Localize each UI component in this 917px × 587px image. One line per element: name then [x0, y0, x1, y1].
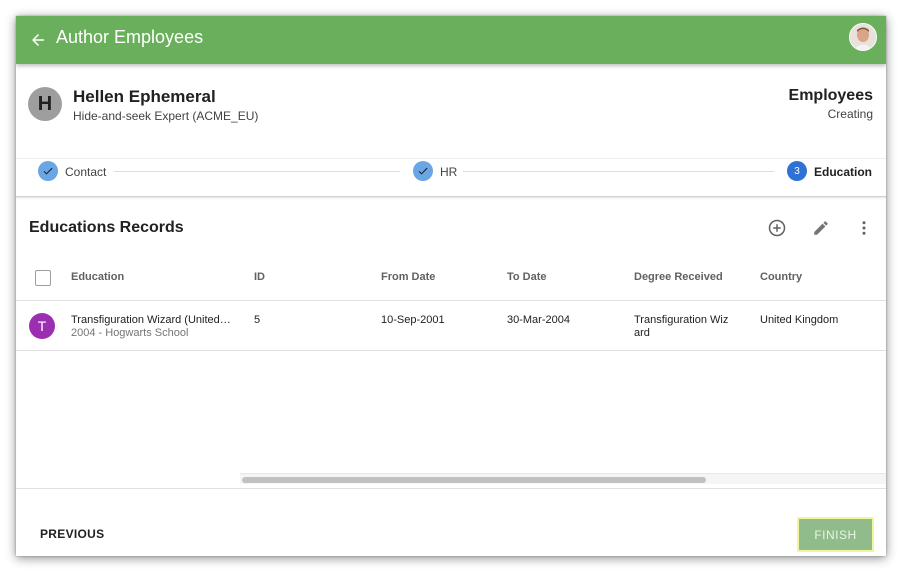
- app-window: Author Employees H Hellen Ephemeral Hide…: [16, 16, 886, 556]
- cell-degree-received: Transfiguration Wizard: [634, 314, 729, 339]
- cell-education-sub: 2004 - Hogwarts School: [71, 327, 189, 339]
- previous-button[interactable]: PREVIOUS: [28, 521, 116, 547]
- select-all-checkbox[interactable]: [35, 270, 51, 286]
- add-circle-icon: [768, 219, 786, 237]
- edit-pencil-icon: [814, 221, 828, 235]
- step-contact-label[interactable]: Contact: [65, 165, 106, 179]
- app-bar: Author Employees: [16, 16, 886, 64]
- section-title: Educations Records: [29, 219, 184, 236]
- person-role: Hide-and-seek Expert (ACME_EU): [73, 109, 259, 123]
- entity-title: Employees: [788, 87, 873, 104]
- record-header: H Hellen Ephemeral Hide-and-seek Expert …: [16, 70, 886, 159]
- app-title: Author Employees: [56, 27, 204, 47]
- add-record-button[interactable]: [765, 216, 789, 240]
- step-connector: [114, 171, 400, 172]
- edit-record-button[interactable]: [809, 216, 833, 240]
- horizontal-scrollbar[interactable]: [240, 473, 886, 484]
- user-avatar[interactable]: [849, 23, 877, 51]
- cell-country: United Kingdom: [760, 314, 839, 326]
- column-header-degree-received[interactable]: Degree Received: [634, 271, 723, 283]
- column-header-education[interactable]: Education: [71, 271, 124, 283]
- step-education-label[interactable]: Education: [814, 165, 872, 179]
- column-header-id[interactable]: ID: [254, 271, 265, 283]
- cell-from-date: 10-Sep-2001: [381, 314, 445, 326]
- scrollbar-thumb[interactable]: [242, 477, 706, 483]
- step-hr-check-icon[interactable]: [413, 161, 433, 181]
- entity-status: Creating: [827, 107, 873, 121]
- table-row[interactable]: T Transfiguration Wizard (United Kingdom…: [16, 301, 886, 351]
- arrow-left-icon: [32, 34, 44, 46]
- cell-to-date: 30-Mar-2004: [507, 314, 570, 326]
- column-header-from-date[interactable]: From Date: [381, 271, 435, 283]
- back-button[interactable]: [24, 26, 52, 54]
- person-name: Hellen Ephemeral: [73, 87, 216, 106]
- table-header: Education ID From Date To Date Degree Re…: [16, 259, 886, 301]
- stepper: Contact HR 3 Education: [16, 158, 886, 196]
- more-vert-icon: [862, 221, 866, 235]
- row-avatar: T: [29, 313, 55, 339]
- column-header-country[interactable]: Country: [760, 271, 802, 283]
- person-avatar: H: [28, 87, 62, 121]
- user-photo-icon: [850, 24, 876, 50]
- cell-id: 5: [254, 314, 261, 326]
- education-records-panel: Educations Records Education ID From Dat…: [16, 196, 886, 489]
- cell-education: Transfiguration Wizard (United Kingdom): [71, 314, 231, 326]
- step-connector: [463, 171, 774, 172]
- column-header-to-date[interactable]: To Date: [507, 271, 547, 283]
- wizard-footer: PREVIOUS FINISH: [16, 488, 886, 556]
- more-options-button[interactable]: [852, 216, 876, 240]
- step-education-number[interactable]: 3: [787, 161, 807, 181]
- finish-button[interactable]: FINISH: [797, 517, 874, 552]
- step-hr-label[interactable]: HR: [440, 165, 457, 179]
- step-contact-check-icon[interactable]: [38, 161, 58, 181]
